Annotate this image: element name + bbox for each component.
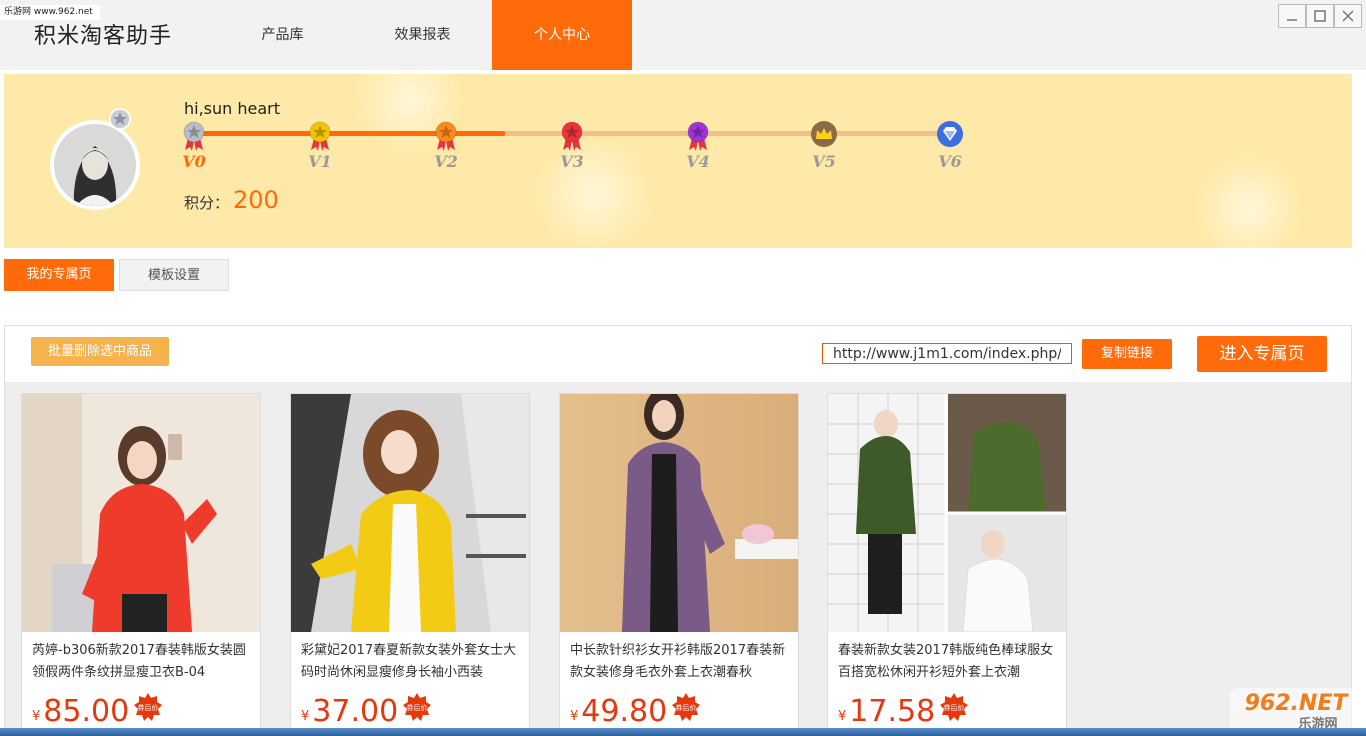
close-button[interactable] xyxy=(1334,4,1362,28)
product-title[interactable]: 中长款针织衫女开衫韩版2017春装新款女装修身毛衣外套上衣潮春秋 xyxy=(570,640,792,684)
profile-banner: hi,sun heart V0 V1 V2 V3 V4 V5 V6 积分： 200 xyxy=(4,74,1352,248)
product-photo-green-jacket-icon xyxy=(828,394,1066,632)
level-label: V2 xyxy=(434,152,458,171)
product-price: 17.58 xyxy=(849,694,936,729)
panel-toolbar: 批量删除选中商品 复制链接 进入专属页 xyxy=(5,326,1351,382)
product-card[interactable]: 彩黛妃2017春夏新款女装外套女士大码时尚休闲显瘦修身长袖小西装 ¥ 37.00… xyxy=(290,393,530,736)
avatar-level-badge-icon xyxy=(109,108,131,130)
level-marker: V1 xyxy=(300,120,340,171)
maximize-icon xyxy=(1314,10,1326,22)
price-row: ¥ 49.80 券后价 xyxy=(570,692,701,728)
tab-my-page[interactable]: 我的专属页 xyxy=(4,259,114,291)
product-title[interactable]: 彩黛妃2017春夏新款女装外套女士大码时尚休闲显瘦修身长袖小西装 xyxy=(301,640,523,684)
product-image[interactable] xyxy=(22,394,260,632)
product-title[interactable]: 芮婷-b306新款2017春装韩版女装圆领假两件条纹拼显瘦卫衣B-04 xyxy=(32,640,254,684)
crown-icon xyxy=(811,121,837,147)
coupon-badge: 券后价 xyxy=(402,692,432,726)
nav-tab-reports[interactable]: 效果报表 xyxy=(370,0,475,70)
minimize-icon xyxy=(1287,19,1297,21)
product-card[interactable]: 芮婷-b306新款2017春装韩版女装圆领假两件条纹拼显瘦卫衣B-04 ¥ 85… xyxy=(21,393,261,736)
product-card[interactable]: 春装新款女装2017韩版纯色棒球服女百搭宽松休闲开衫短外套上衣潮 ¥ 17.58… xyxy=(827,393,1067,736)
enter-page-button[interactable]: 进入专属页 xyxy=(1197,336,1327,372)
diamond-icon xyxy=(937,121,963,147)
coupon-label: 券后价 xyxy=(138,703,159,712)
gold-star-medal-icon xyxy=(309,121,331,151)
watermark-site: 乐游网 www.962.net xyxy=(0,5,100,20)
level-marker: V3 xyxy=(552,120,592,171)
product-price: 49.80 xyxy=(581,694,668,729)
price-row: ¥ 85.00 券后价 xyxy=(32,692,163,728)
product-photo-yellow-blazer-icon xyxy=(291,394,529,632)
os-taskbar xyxy=(0,728,1366,736)
maximize-button[interactable] xyxy=(1306,4,1334,28)
product-title[interactable]: 春装新款女装2017韩版纯色棒球服女百搭宽松休闲开衫短外套上衣潮 xyxy=(838,640,1060,684)
tab-template-settings[interactable]: 模板设置 xyxy=(119,259,229,291)
price-row: ¥ 37.00 券后价 xyxy=(301,692,432,728)
silver-star-medal-icon xyxy=(183,121,205,151)
nav-tab-products[interactable]: 产品库 xyxy=(230,0,335,70)
coupon-burst-icon: 券后价 xyxy=(672,693,701,721)
level-marker: V6 xyxy=(930,120,970,171)
nav-tab-personal-center[interactable]: 个人中心 xyxy=(492,0,632,70)
level-label: V1 xyxy=(308,152,332,171)
points-display: 积分： 200 xyxy=(184,186,279,214)
avatar-portrait-icon xyxy=(54,124,136,206)
batch-delete-button[interactable]: 批量删除选中商品 xyxy=(31,337,169,366)
page-url-field[interactable] xyxy=(822,343,1072,364)
coupon-label: 券后价 xyxy=(944,703,965,712)
app-title: 积米淘客助手 xyxy=(34,24,173,49)
currency-symbol: ¥ xyxy=(32,709,41,724)
copy-link-button[interactable]: 复制链接 xyxy=(1082,339,1172,369)
product-panel: 批量删除选中商品 复制链接 进入专属页 芮婷-b306新款2017春装韩版女装圆… xyxy=(4,325,1352,736)
coupon-burst-icon: 券后价 xyxy=(940,693,969,721)
level-label: V3 xyxy=(560,152,584,171)
product-card[interactable]: 中长款针织衫女开衫韩版2017春装新款女装修身毛衣外套上衣潮春秋 ¥ 49.80… xyxy=(559,393,799,736)
banner-glow xyxy=(1194,154,1304,248)
coupon-label: 券后价 xyxy=(676,703,697,712)
window-controls xyxy=(1278,4,1362,28)
level-label: V5 xyxy=(812,152,836,171)
orange-star-medal-icon xyxy=(435,121,457,151)
coupon-badge: 券后价 xyxy=(671,692,701,726)
product-image[interactable] xyxy=(291,394,529,632)
red-star-medal-icon xyxy=(561,121,583,151)
points-label: 积分： xyxy=(184,194,230,212)
app-header: 积米淘客助手 产品库 效果报表 个人中心 xyxy=(0,0,1366,70)
product-photo-red-sweater-icon xyxy=(22,394,260,632)
close-icon xyxy=(1342,10,1354,22)
level-label: V4 xyxy=(686,152,710,171)
coupon-badge: 券后价 xyxy=(939,692,969,726)
level-marker: V5 xyxy=(804,120,844,171)
level-label: V0 xyxy=(182,152,206,171)
product-photo-purple-cardigan-icon xyxy=(560,394,798,632)
coupon-burst-icon: 券后价 xyxy=(134,693,163,721)
coupon-label: 券后价 xyxy=(407,703,428,712)
coupon-badge: 券后价 xyxy=(133,692,163,726)
level-marker: V0 xyxy=(174,120,214,171)
level-marker: V2 xyxy=(426,120,466,171)
points-value: 200 xyxy=(233,186,279,214)
price-row: ¥ 17.58 券后价 xyxy=(838,692,969,728)
purple-star-medal-icon xyxy=(687,121,709,151)
product-image[interactable] xyxy=(828,394,1066,632)
level-marker: V4 xyxy=(678,120,718,171)
coupon-burst-icon: 券后价 xyxy=(403,693,432,721)
currency-symbol: ¥ xyxy=(301,709,310,724)
watermark-brand: 962.NET xyxy=(1245,691,1350,716)
minimize-button[interactable] xyxy=(1278,4,1306,28)
currency-symbol: ¥ xyxy=(838,709,847,724)
currency-symbol: ¥ xyxy=(570,709,579,724)
level-label: V6 xyxy=(938,152,962,171)
product-price: 85.00 xyxy=(43,694,130,729)
product-price: 37.00 xyxy=(312,694,399,729)
product-image[interactable] xyxy=(560,394,798,632)
user-greeting: hi,sun heart xyxy=(184,99,281,118)
avatar-photo xyxy=(54,124,136,206)
